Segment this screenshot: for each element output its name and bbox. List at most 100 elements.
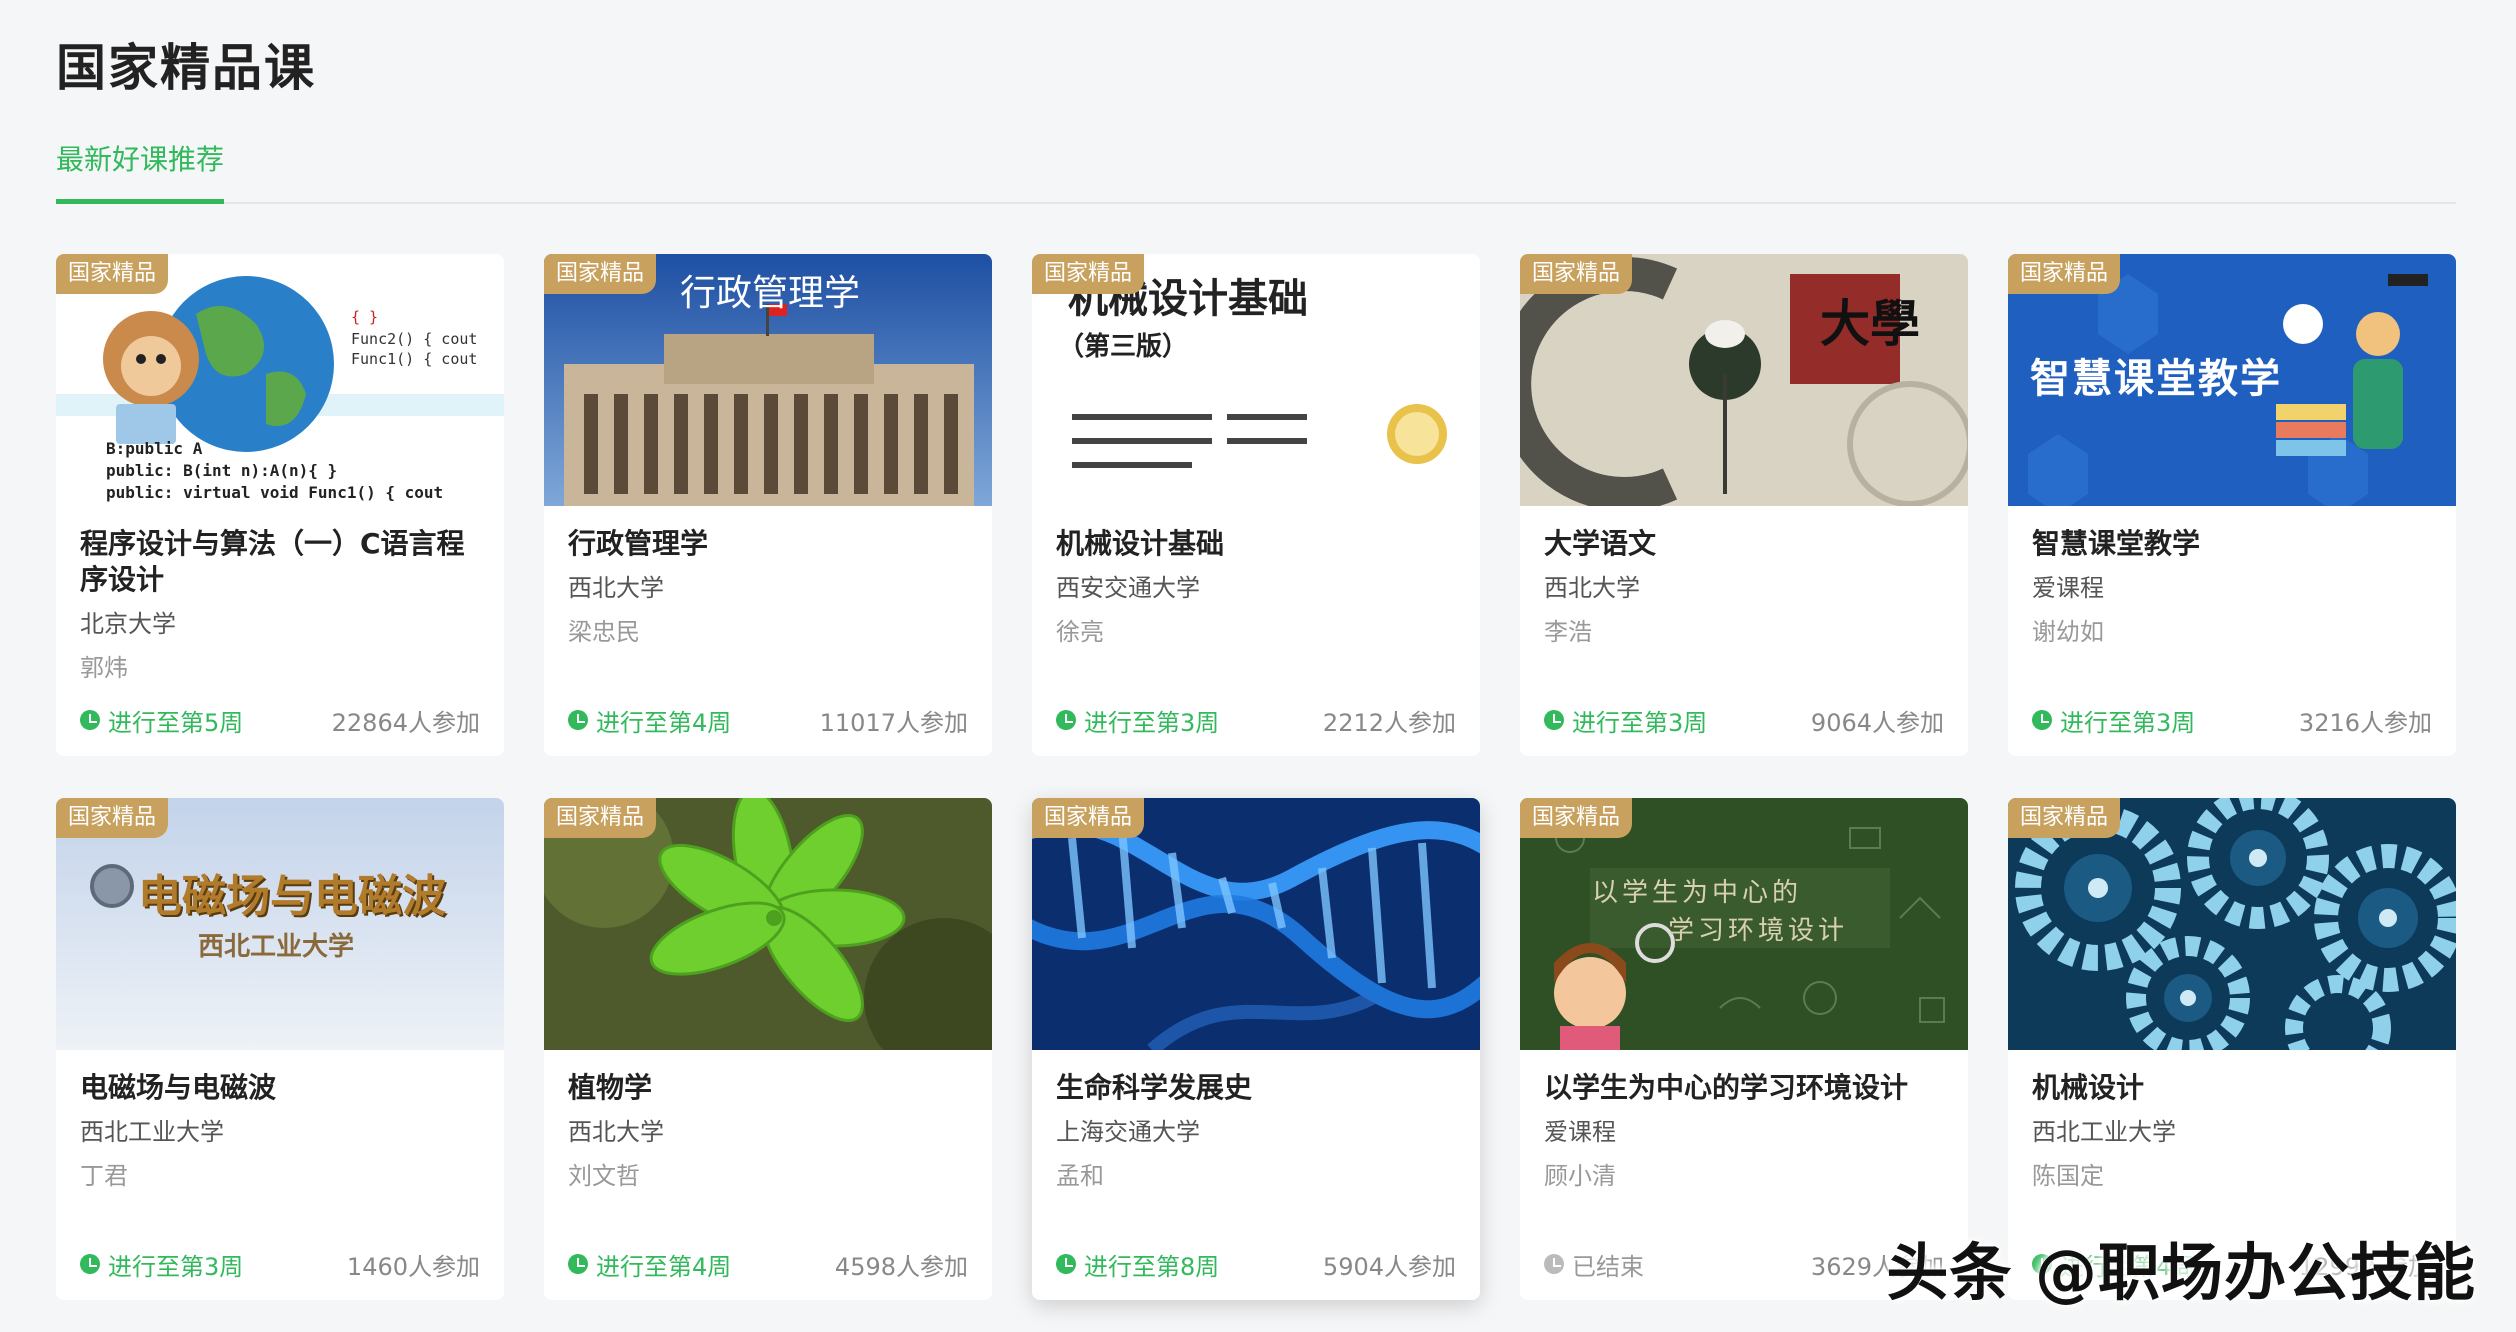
participant-count: 1460人参加 (346, 1252, 480, 1281)
participant-count: 9064人参加 (1810, 708, 1944, 737)
course-card[interactable]: 大學 国家精品 大学语文 西北大学 李浩 进行至第3周 9064人参加 (1520, 254, 1968, 756)
course-teacher: 李浩 (1544, 618, 1592, 646)
participant-count: 5904人参加 (1322, 1252, 1456, 1281)
clock-icon (1056, 710, 1076, 730)
course-school: 上海交通大学 (1056, 1118, 1200, 1146)
course-school: 西安交通大学 (1056, 574, 1200, 602)
course-status: 进行至第3周 (1544, 703, 1707, 738)
national-quality-badge: 国家精品 (1032, 798, 1145, 838)
course-teacher: 梁忠民 (568, 618, 640, 646)
thumbnail-title: 大學 (1820, 295, 1920, 353)
course-status: 进行至第5周 (80, 703, 243, 738)
participant-count: 22864人参加 (331, 708, 480, 737)
course-title[interactable]: 程序设计与算法（一）C语言程序设计 (80, 526, 480, 598)
course-school: 爱课程 (2032, 574, 2104, 602)
national-quality-badge: 国家精品 (1032, 254, 1145, 294)
clock-icon (80, 710, 100, 730)
course-status: 进行至第3周 (1056, 703, 1219, 738)
course-thumbnail: 国家精品 (544, 798, 992, 1050)
course-title[interactable]: 生命科学发展史 (1056, 1070, 1456, 1106)
thumbnail-title: 以学生为中心的 (1592, 878, 1803, 908)
course-teacher: 孟和 (1056, 1162, 1104, 1190)
thumbnail-title: 行政管理学 (680, 273, 861, 314)
svg-text:Func1() { cout: Func1() { cout (351, 350, 477, 368)
svg-text:{ }: { } (351, 308, 378, 326)
course-school: 西北工业大学 (80, 1118, 224, 1146)
svg-text:public: virtual void Func1() {: public: virtual void Func1() { cout (106, 483, 443, 502)
course-teacher: 陈国定 (2032, 1162, 2104, 1190)
course-school: 西北大学 (1544, 574, 1640, 602)
svg-text:Func2() { cout: Func2() { cout (351, 330, 477, 348)
course-status: 进行至第4周 (568, 1247, 731, 1282)
course-thumbnail: 国家精品 (1032, 798, 1480, 1050)
course-thumbnail: 国家精品 (2008, 798, 2456, 1050)
course-status: 已结束 (1544, 1247, 1644, 1282)
national-quality-badge: 国家精品 (544, 254, 657, 294)
course-status: 进行至第4周 (568, 703, 731, 738)
course-title[interactable]: 机械设计基础 (1056, 526, 1456, 562)
course-school: 西北大学 (568, 574, 664, 602)
svg-text:B:public A: B:public A (106, 439, 203, 458)
svg-text:public: B(int n):A(n){ }: public: B(int n):A(n){ } (106, 461, 337, 480)
course-title[interactable]: 植物学 (568, 1070, 968, 1106)
national-quality-badge: 国家精品 (544, 798, 657, 838)
course-teacher: 丁君 (80, 1162, 128, 1190)
course-thumbnail: 电磁场与电磁波 西北工业大学 国家精品 (56, 798, 504, 1050)
course-thumbnail: 以学生为中心的 学习环境设计 国家精品 (1520, 798, 1968, 1050)
tab-bar: 最新好课推荐 (56, 130, 2456, 204)
course-teacher: 徐亮 (1056, 618, 1104, 646)
course-school: 爱课程 (1544, 1118, 1616, 1146)
tab-latest-recommended[interactable]: 最新好课推荐 (56, 140, 225, 204)
participant-count: 4598人参加 (834, 1252, 968, 1281)
course-school: 西北大学 (568, 1118, 664, 1146)
clock-icon (568, 1254, 588, 1274)
course-card[interactable]: 机械设计基础 （第三版） 国家精品 机械设计基础 西安交通大学 徐亮 进行至第3… (1032, 254, 1480, 756)
course-title[interactable]: 机械设计 (2032, 1070, 2432, 1106)
national-quality-badge: 国家精品 (1520, 254, 1633, 294)
course-title[interactable]: 智慧课堂教学 (2032, 526, 2432, 562)
course-teacher: 郭炜 (80, 654, 128, 682)
course-status: 进行至第8周 (1056, 1247, 1219, 1282)
clock-icon (568, 710, 588, 730)
course-thumbnail: 机械设计基础 （第三版） 国家精品 (1032, 254, 1480, 506)
course-card[interactable]: 电磁场与电磁波 西北工业大学 国家精品 电磁场与电磁波 西北工业大学 丁君 进行… (56, 798, 504, 1300)
course-title[interactable]: 以学生为中心的学习环境设计 (1544, 1070, 1944, 1106)
course-thumbnail: 大學 国家精品 (1520, 254, 1968, 506)
national-quality-badge: 国家精品 (56, 254, 169, 294)
thumbnail-title: 电磁场与电磁波 (138, 871, 446, 922)
thumbnail-subtitle: 西北工业大学 (198, 932, 355, 962)
national-quality-badge: 国家精品 (2008, 798, 2121, 838)
course-title[interactable]: 电磁场与电磁波 (80, 1070, 480, 1106)
course-card[interactable]: 智慧课堂教学 国家精品 智慧课堂教学 爱课程 谢幼如 进行至第3周 3216人参… (2008, 254, 2456, 756)
course-card[interactable]: 国家精品 生命科学发展史 上海交通大学 孟和 进行至第8周 5904人参加 (1032, 798, 1480, 1300)
course-title[interactable]: 行政管理学 (568, 526, 968, 562)
thumbnail-subtitle: 学习环境设计 (1668, 916, 1849, 946)
course-status: 进行至第3周 (2032, 703, 2195, 738)
course-school: 西北工业大学 (2032, 1118, 2176, 1146)
course-thumbnail: 智慧课堂教学 国家精品 (2008, 254, 2456, 506)
participant-count: 11017人参加 (819, 708, 968, 737)
course-thumbnail: { } Func2() { cout Func1() { cout B:publ… (56, 254, 504, 506)
course-card[interactable]: { } Func2() { cout Func1() { cout B:publ… (56, 254, 504, 756)
clock-icon (80, 1254, 100, 1274)
course-card[interactable]: 国家精品 植物学 西北大学 刘文哲 进行至第4周 4598人参加 (544, 798, 992, 1300)
course-thumbnail: 行政管理学 国家精品 (544, 254, 992, 506)
clock-icon (2032, 710, 2052, 730)
participant-count: 3216人参加 (2298, 708, 2432, 737)
course-status: 进行至第3周 (80, 1247, 243, 1282)
course-school: 北京大学 (80, 610, 176, 638)
clock-icon (1544, 1254, 1564, 1274)
page-title: 国家精品课 (56, 39, 316, 97)
national-quality-badge: 国家精品 (1520, 798, 1633, 838)
clock-icon (1056, 1254, 1076, 1274)
national-quality-badge: 国家精品 (56, 798, 169, 838)
watermark-text: 头条 @职场办公技能 (1886, 1236, 2476, 1309)
course-title[interactable]: 大学语文 (1544, 526, 1944, 562)
thumbnail-title: 智慧课堂教学 (2030, 356, 2282, 402)
national-quality-badge: 国家精品 (2008, 254, 2121, 294)
course-grid: { } Func2() { cout Func1() { cout B:publ… (56, 254, 2456, 1300)
course-card[interactable]: 行政管理学 国家精品 行政管理学 西北大学 梁忠民 进行至第4周 11017人参… (544, 254, 992, 756)
course-teacher: 刘文哲 (568, 1162, 640, 1190)
participant-count: 2212人参加 (1322, 708, 1456, 737)
clock-icon (1544, 710, 1564, 730)
